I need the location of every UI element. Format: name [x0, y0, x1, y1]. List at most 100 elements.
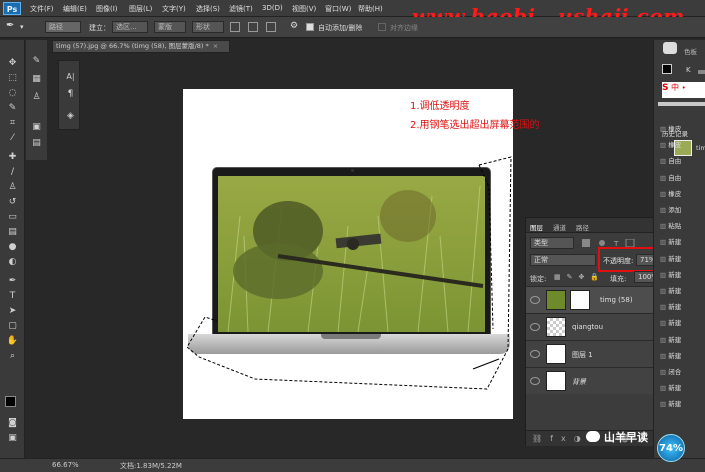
history-item[interactable]: ▥ 新建	[660, 301, 705, 313]
eye-icon[interactable]	[530, 350, 540, 358]
history-item[interactable]: ▥ 新建	[660, 334, 705, 346]
path-align-icon[interactable]	[248, 22, 258, 32]
brush-tool-icon[interactable]: ∕	[6, 167, 19, 178]
pen-tool-icon[interactable]: ✒	[6, 20, 14, 31]
lock-icons[interactable]: ▦✎✥🔒	[554, 273, 605, 281]
marquee-tool-icon[interactable]: ⬚	[6, 73, 19, 84]
eye-icon[interactable]	[530, 323, 540, 331]
zoom-level[interactable]: 66.67%	[52, 461, 79, 469]
color-ramp[interactable]	[658, 102, 705, 106]
screen-mode-icon[interactable]: ▣	[6, 433, 19, 444]
history-item[interactable]: ▥ 新建	[660, 285, 705, 297]
mask-button[interactable]: 蒙版	[154, 21, 186, 33]
tab-layers[interactable]: 图层	[530, 222, 543, 232]
history-item[interactable]: ▥ 自由	[660, 155, 705, 167]
quick-mask-icon[interactable]: ◙	[6, 418, 19, 429]
menu-select[interactable]: 选择(S)	[196, 4, 220, 14]
quick-select-icon[interactable]: ✎	[6, 103, 19, 114]
eye-icon[interactable]	[530, 377, 540, 385]
mode-select[interactable]: 路径	[45, 21, 81, 33]
history-item[interactable]: ▥ 橡皮	[660, 188, 705, 200]
align-edges-checkbox[interactable]	[378, 23, 386, 31]
history-item[interactable]: ▥ 新建	[660, 382, 705, 394]
eraser-tool-icon[interactable]: ▭	[6, 212, 19, 223]
healing-brush-icon[interactable]: ✚	[6, 152, 19, 163]
close-icon[interactable]: ×	[213, 42, 218, 50]
move-tool-icon[interactable]: ✥	[6, 58, 19, 69]
menu-help[interactable]: 帮助(H)	[358, 4, 383, 14]
filter-icons[interactable]: T	[582, 238, 652, 248]
lasso-tool-icon[interactable]: ◌	[6, 88, 19, 99]
path-select-icon[interactable]: ➤	[6, 306, 19, 317]
menu-view[interactable]: 视图(V)	[292, 4, 316, 14]
clone-source-icon[interactable]: ♙	[30, 92, 43, 103]
zoom-tool-icon[interactable]: ⌕	[6, 351, 19, 362]
stamp-tool-icon[interactable]: ♙	[6, 182, 19, 193]
menu-3d[interactable]: 3D(D)	[262, 4, 283, 12]
dock-collapse-icon[interactable]	[663, 42, 677, 54]
character-icon[interactable]: A|	[64, 71, 77, 82]
tab-paths[interactable]: 路径	[576, 222, 589, 232]
shape-tool-icon[interactable]: ▢	[6, 321, 19, 332]
history-item[interactable]: ▥ 橡皮	[660, 139, 705, 151]
path-ops-icon[interactable]	[230, 22, 240, 32]
history-item[interactable]: ▥ 新建	[660, 269, 705, 281]
history-item[interactable]: ▥ 闭合	[660, 366, 705, 378]
blend-mode-select[interactable]: 正常	[530, 254, 596, 266]
path-arrange-icon[interactable]	[266, 22, 276, 32]
layer-row-timg58[interactable]: timg (58)	[526, 286, 672, 313]
tool-preset-icon[interactable]: ✎	[30, 56, 43, 67]
shape-button[interactable]: 形状	[192, 21, 224, 33]
menu-file[interactable]: 文件(F)	[30, 4, 54, 14]
history-item[interactable]: ▥ 新建	[660, 236, 705, 248]
selection-button[interactable]: 选区...	[112, 21, 148, 33]
gear-icon[interactable]: ⚙	[290, 21, 298, 31]
ime-indicator[interactable]: S 中 •	[662, 82, 705, 98]
fg-swatch[interactable]	[662, 64, 672, 74]
tab-channels[interactable]: 通道	[553, 222, 566, 232]
history-item[interactable]: ▥ 新建	[660, 350, 705, 362]
history-item[interactable]: ▥ 添加	[660, 204, 705, 216]
menu-window[interactable]: 窗口(W)	[325, 4, 351, 14]
auto-add-checkbox[interactable]	[306, 23, 314, 31]
type-tool-icon[interactable]: T	[6, 291, 19, 302]
history-item-label: 新建	[668, 254, 682, 263]
history-item-label: 添加	[668, 206, 682, 214]
document-tab[interactable]: timg (57).jpg @ 66.7% (timg (58), 图层蒙版/8…	[52, 40, 230, 53]
layer-mask-thumbnail[interactable]	[570, 290, 590, 310]
paragraph-icon[interactable]: ¶	[64, 89, 77, 100]
3d-cube-icon[interactable]: ◈	[64, 111, 77, 122]
history-item[interactable]: ▥ 新建	[660, 398, 705, 410]
layer-filter-select[interactable]: 类型	[530, 237, 574, 249]
history-item[interactable]: ▥ 新建	[660, 317, 705, 329]
menu-edit[interactable]: 编辑(E)	[63, 4, 87, 14]
pen-tool-active-icon[interactable]: ✒	[6, 276, 19, 287]
k-slider[interactable]	[698, 70, 705, 74]
hand-tool-icon[interactable]: ✋	[6, 336, 19, 347]
history-item[interactable]: ▥ 粘贴	[660, 220, 705, 232]
layer-row-layer1[interactable]: 图层 1	[526, 340, 672, 367]
history-brush-icon[interactable]: ↺	[6, 197, 19, 208]
menu-type[interactable]: 文字(Y)	[162, 4, 186, 14]
history-step-icon: ▥	[660, 303, 669, 312]
gradient-tool-icon[interactable]: ▤	[6, 227, 19, 238]
menu-image[interactable]: 图像(I)	[96, 4, 118, 14]
layer-row-qiangtou[interactable]: qiangtou	[526, 313, 672, 340]
layer-row-background[interactable]: 背景 🔒	[526, 367, 672, 394]
eyedropper-icon[interactable]: ⁄	[6, 133, 19, 144]
info-icon[interactable]: ▤	[30, 138, 43, 149]
dodge-tool-icon[interactable]: ◐	[6, 257, 19, 268]
brush-panel-icon[interactable]: ▦	[30, 74, 43, 85]
foreground-color[interactable]	[5, 396, 16, 407]
chevron-down-icon[interactable]: ▾	[20, 23, 24, 31]
tab-swatches[interactable]: 色板	[684, 46, 697, 56]
history-item[interactable]: ▥ 橡皮	[660, 123, 705, 135]
crop-tool-icon[interactable]: ⌗	[6, 118, 19, 129]
menu-layer[interactable]: 图层(L)	[129, 4, 152, 14]
menu-filter[interactable]: 滤镜(T)	[229, 4, 253, 14]
blur-tool-icon[interactable]: ●	[6, 242, 19, 253]
eye-icon[interactable]	[530, 296, 540, 304]
properties-icon[interactable]: ▣	[30, 122, 43, 133]
history-item[interactable]: ▥ 自由	[660, 172, 705, 184]
history-item[interactable]: ▥ 新建	[660, 253, 705, 265]
